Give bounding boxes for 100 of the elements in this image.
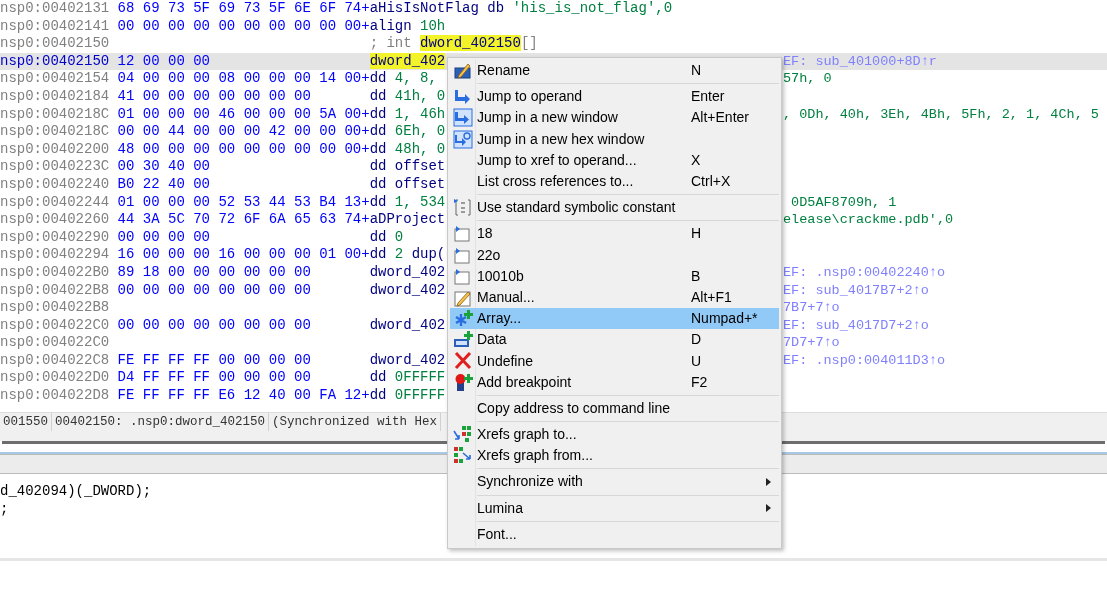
menu-item[interactable]: Jump in a new window Alt+Enter [450,107,779,129]
instruction-text: dd 1, 534 [369,193,446,212]
hex-bytes: 01 00 00 00 52 53 44 53 B4 13+ [117,193,370,212]
code-line: d_402094)(_DWORD); [0,482,152,500]
menu-item[interactable]: Jump to operand Enter [450,86,779,108]
menu-item[interactable]: List cross references to... Ctrl+X [450,170,779,193]
instruction-text: align 10h [369,17,446,36]
constant-icon [453,198,473,218]
address-text: nsp0:004022B8 [0,281,111,300]
menu-item[interactable]: Use standard symbolic constant [450,197,779,219]
hex-bytes: 89 18 00 00 00 00 00 00 [117,263,312,282]
instruction-text: dd 1, 46h [369,105,446,124]
instruction-text: dd 0FFFFF [369,387,446,405]
comment-text: 7B7+7↑o [783,299,840,317]
menu-item[interactable]: 10010b B [450,265,779,287]
menu-item[interactable]: Rename N [450,60,779,82]
hex-bytes: 01 00 00 00 46 00 00 00 5A 00+ [117,105,370,124]
breakpoint-icon [453,372,473,392]
menu-item[interactable]: Data D [450,329,779,351]
hex-bytes: B0 22 40 00 [117,175,212,194]
caret-icon [766,504,771,513]
address-text: nsp0:00402150 [0,52,111,71]
menu-item[interactable]: Undefine U [450,350,779,372]
shortcut-text: Numpad+* [691,309,759,329]
instruction-text: dword_402 [369,316,446,335]
address-text: nsp0:00402290 [0,228,111,247]
instruction-text: dd 6Eh, 0 [369,123,446,141]
menu-item[interactable]: Synchronize with [450,471,779,493]
hex-bytes: 68 69 73 5F 69 73 5F 6E 6F 74+ [117,0,370,18]
menu-item[interactable]: 22o [450,244,779,266]
hex-window-icon [453,129,473,149]
hex-bytes: 44 3A 5C 70 72 6F 6A 65 63 74+ [117,211,370,229]
menu-item[interactable]: Font... [450,523,779,545]
comment-text: EF: sub_401000+8D↑r [783,52,937,71]
menu-item[interactable]: Array... Numpad+* [450,308,779,330]
address-text: nsp0:004022B8 [0,299,111,317]
address-text: nsp0:00402141 [0,17,111,36]
comment-text: EF: .nsp0:004011D3↑o [783,351,946,370]
cross-icon [453,351,473,371]
caret-icon [766,477,771,486]
comment-text: EF: sub_4017B7+2↑o [783,281,929,300]
number-base-icon [453,224,473,244]
menu-item[interactable]: Add breakpoint F2 [450,371,779,393]
shortcut-text: Alt+Enter [691,108,750,128]
instruction-text: dword_402 [369,263,446,282]
instruction-text: aDProject [369,211,446,229]
instruction-text: dd 0FFFFF [369,369,446,388]
menu-item[interactable]: Jump in a new hex window [450,128,779,150]
comment-text: EF: .nsp0:00402240↑o [783,263,946,282]
hex-bytes: 00 00 00 00 00 00 00 00 [117,281,312,300]
instruction-text: dd offset [369,175,446,194]
address-text: nsp0:00402131 [0,0,111,18]
menu-item[interactable]: Xrefs graph to... [450,424,779,446]
data-plus-icon [453,330,473,350]
graph-icon [453,425,473,444]
hex-bytes: 00 00 00 00 00 00 00 00 [117,316,312,335]
hex-bytes: 12 00 00 00 [117,52,212,71]
instruction-text: ; int dword_402150[] [369,35,538,53]
instruction-text: dword_402 [369,351,446,370]
instruction-text: dd 0 [369,228,404,247]
menu-item[interactable]: Lumina [450,497,779,519]
address-text: nsp0:004022C0 [0,334,111,352]
instruction-text: dd 41h, 0 [369,87,446,106]
comment-text: EF: sub_4017D7+2↑o [783,316,929,335]
instruction-text: dd 48h, 0 [369,140,446,159]
menu-item[interactable]: Copy address to command line [450,397,779,419]
address-text: nsp0:004022C8 [0,351,111,370]
address-text: nsp0:00402154 [0,70,111,88]
comment-text: 7D7+7↑o [783,334,840,352]
instruction-text: dword_402 [369,281,446,300]
asterisk-plus-icon [453,309,473,329]
comment-text: elease\crackme.pdb',0 [783,211,954,229]
menu-item[interactable]: Xrefs graph from... [450,445,779,467]
instruction-text: dd offset [369,158,446,176]
hex-bytes: FE FF FF FF 00 00 00 00 [117,351,312,370]
comment-text: , 0Dh, 40h, 3Eh, 4Bh, 5Fh, 2, 1, 4Ch, 5 [783,105,1099,124]
menu-item[interactable]: Manual... Alt+F1 [450,286,779,309]
address-text: nsp0:00402294 [0,246,111,264]
address-text: nsp0:00402260 [0,211,111,229]
menu-item[interactable]: Jump to xref to operand... X [450,149,779,171]
hex-bytes: 04 00 00 00 08 00 00 00 14 00+ [117,70,370,88]
instruction-text: aHisIsNotFlag db 'his_is_not_flag',0 [369,0,673,18]
address-text: nsp0:00402200 [0,140,111,159]
hex-bytes: FE FF FF FF E6 12 40 00 FA 12+ [117,387,370,405]
menu-item[interactable]: 18 H [450,223,779,245]
address-text: nsp0:004022D8 [0,387,111,405]
code-line: ; [0,500,9,518]
shortcut-text: U [691,351,703,371]
hex-bytes: 00 00 44 00 00 00 42 00 00 00+ [117,123,370,141]
address-text: nsp0:00402240 [0,175,111,194]
address-text: nsp0:00402244 [0,193,111,212]
address-text: nsp0:0040223C [0,158,111,176]
address-text: nsp0:0040218C [0,123,111,141]
instruction-text: dword_402 [369,52,446,71]
instruction-text: dd 4, 8, [369,70,437,88]
hex-bytes: 48 00 00 00 00 00 00 00 00 00+ [117,140,370,159]
shortcut-text: H [691,224,703,244]
shortcut-text: Ctrl+X [691,172,732,192]
address-text: nsp0:00402184 [0,87,111,106]
number-base-icon [453,266,473,286]
